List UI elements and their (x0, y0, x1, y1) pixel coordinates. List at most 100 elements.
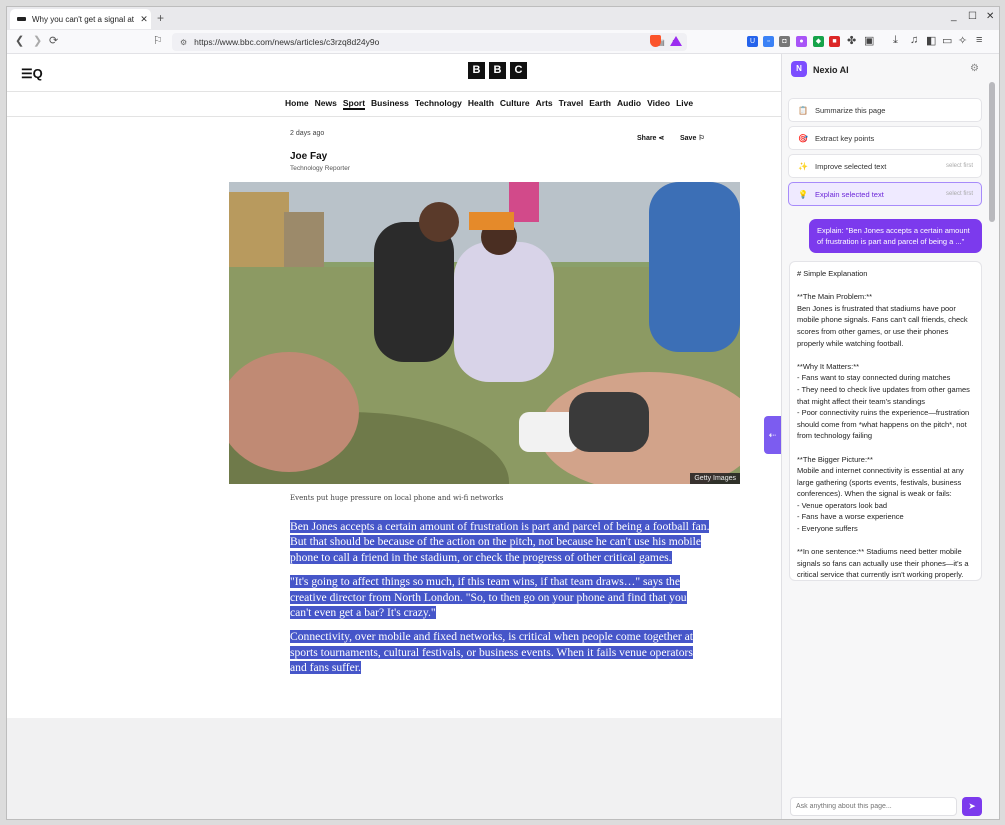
ai-response: # Simple Explanation **The Main Problem:… (789, 261, 982, 581)
panel-collapse-arrow-icon[interactable]: ⇠ (764, 416, 781, 454)
tab-strip: Why you can't get a signal at ✕ + _ ☐ ✕ (7, 7, 999, 30)
logo-letter: B (489, 62, 506, 79)
panel-scrollbar[interactable] (989, 64, 995, 812)
media-icon[interactable]: ♫ (910, 34, 918, 46)
target-icon: 🎯 (798, 133, 808, 143)
tab-close-icon[interactable]: ✕ (137, 14, 151, 25)
logo-letter: B (468, 62, 485, 79)
nav-news[interactable]: News (315, 98, 337, 110)
wallet-icon[interactable]: ▭ (942, 34, 952, 47)
send-button[interactable]: ➤ (962, 797, 982, 816)
extension-green-icon[interactable]: ◆ (813, 36, 824, 47)
article-paragraph: Ben Jones accepts a certain amount of fr… (290, 519, 710, 565)
article-paragraph: "It's going to affect things so much, if… (290, 574, 710, 620)
author-role: Technology Reporter (290, 165, 350, 172)
share-button[interactable]: Share ⋖ (637, 134, 664, 142)
extension-red-icon[interactable]: ■ (829, 36, 840, 47)
window-close-button[interactable]: ✕ (986, 11, 994, 22)
extension-media-icon[interactable]: ▫ (763, 36, 774, 47)
nav-video[interactable]: Video (647, 98, 670, 110)
downloads-icon[interactable]: ⤓ (893, 34, 898, 47)
nav-culture[interactable]: Culture (500, 98, 530, 110)
selected-text: Ben Jones accepts a certain amount of fr… (290, 520, 710, 564)
explain-text-button[interactable]: 💡 Explain selected text select first (788, 182, 982, 206)
share-label: Share (637, 135, 657, 142)
header-divider (7, 91, 781, 92)
panel-header: N Nexio AI ⚙ (782, 54, 999, 84)
bbc-menu-search-icon[interactable]: ☰Q (21, 66, 43, 82)
nav-arts[interactable]: Arts (536, 98, 553, 110)
photo-caption: Events put huge pressure on local phone … (290, 494, 504, 502)
nav-audio[interactable]: Audio (617, 98, 641, 110)
scroll-thumb[interactable] (989, 82, 995, 222)
web-page: ☰Q B B C Home News Sport Business Techno… (7, 54, 781, 819)
tab-title: Why you can't get a signal at (32, 14, 135, 24)
sidebar-icon[interactable]: ◧ (926, 34, 936, 47)
author-name: Joe Fay (290, 151, 328, 162)
festival-photo-illustration (229, 182, 740, 484)
menu-icon[interactable]: ≡ (976, 34, 982, 46)
maximize-button[interactable]: ☐ (968, 11, 977, 22)
extension-circle-icon[interactable]: ● (796, 36, 807, 47)
nav-health[interactable]: Health (468, 98, 494, 110)
settings-gear-icon[interactable]: ⚙ (970, 63, 979, 74)
extensions-puzzle-icon[interactable]: ✤ (847, 34, 856, 47)
action-label: Extract key points (815, 133, 875, 143)
bookmark-icon[interactable]: ⚐ (153, 34, 163, 47)
nav-earth[interactable]: Earth (589, 98, 611, 110)
action-hint: select first (945, 163, 973, 169)
action-hint: select first (945, 191, 973, 197)
summarize-button[interactable]: 📋 Summarize this page (788, 98, 982, 122)
browser-window: Why you can't get a signal at ✕ + _ ☐ ✕ … (6, 6, 1000, 820)
photo-credit: Getty Images (690, 473, 740, 484)
selected-text: Connectivity, over mobile and fixed netw… (290, 630, 693, 675)
new-tab-button[interactable]: + (157, 11, 164, 25)
article-paragraph: Connectivity, over mobile and fixed netw… (290, 629, 710, 675)
brave-shield-icon[interactable] (650, 35, 661, 47)
screenshot-icon[interactable]: ▣ (864, 34, 874, 47)
page-footer-area (7, 718, 781, 819)
save-label: Save (680, 135, 697, 142)
article-body: Ben Jones accepts a certain amount of fr… (290, 519, 710, 685)
user-message: Explain: "Ben Jones accepts a certain am… (809, 219, 982, 253)
clipboard-icon: 📋 (798, 105, 808, 115)
action-label: Explain selected text (815, 189, 884, 199)
brave-rewards-icon[interactable] (670, 36, 682, 46)
bbc-favicon-icon (17, 17, 26, 21)
logo-letter: C (510, 62, 527, 79)
navigation-bar: ❮ ❯ ⟳ ⚐ ⚙ https://www.bbc.com/news/artic… (7, 30, 999, 54)
site-info-icon[interactable]: ⚙ (180, 38, 187, 47)
leo-icon[interactable]: ✧ (958, 34, 967, 47)
forward-icon[interactable]: ❯ (33, 34, 42, 47)
bbc-logo[interactable]: B B C (468, 62, 527, 79)
lightbulb-icon: 💡 (798, 189, 808, 199)
share-icon: ⋖ (658, 135, 665, 142)
selected-text: "It's going to affect things so much, if… (290, 575, 687, 620)
sparkles-icon: ✨ (798, 161, 808, 171)
nav-travel[interactable]: Travel (559, 98, 584, 110)
nav-home[interactable]: Home (285, 98, 309, 110)
extension-u-icon[interactable]: U (747, 36, 758, 47)
panel-title: Nexio AI (813, 65, 849, 75)
reload-icon[interactable]: ⟳ (49, 34, 58, 47)
action-label: Improve selected text (815, 161, 887, 171)
site-nav: Home News Sport Business Technology Heal… (285, 98, 693, 110)
improve-text-button[interactable]: ✨ Improve selected text select first (788, 154, 982, 178)
minimize-button[interactable]: _ (951, 11, 957, 22)
nav-technology[interactable]: Technology (415, 98, 462, 110)
nav-live[interactable]: Live (676, 98, 693, 110)
ai-side-panel: N Nexio AI ⚙ 📋 Summarize this page 🎯 Ext… (781, 54, 999, 819)
nav-sport[interactable]: Sport (342, 98, 366, 110)
extract-key-points-button[interactable]: 🎯 Extract key points (788, 126, 982, 150)
chat-input[interactable] (790, 797, 957, 816)
browser-tab[interactable]: Why you can't get a signal at ✕ (10, 9, 151, 29)
bookmark-save-icon: ⚐ (698, 135, 705, 142)
article-photo: Getty Images (229, 182, 740, 484)
nav-divider (7, 116, 781, 117)
save-button[interactable]: Save ⚐ (680, 134, 705, 142)
nav-business[interactable]: Business (371, 98, 409, 110)
action-label: Summarize this page (815, 105, 886, 115)
address-bar[interactable]: ⚙ https://www.bbc.com/news/articles/c3rz… (172, 33, 687, 51)
back-icon[interactable]: ❮ (15, 34, 24, 47)
extension-camera-icon[interactable]: ◘ (779, 36, 790, 47)
